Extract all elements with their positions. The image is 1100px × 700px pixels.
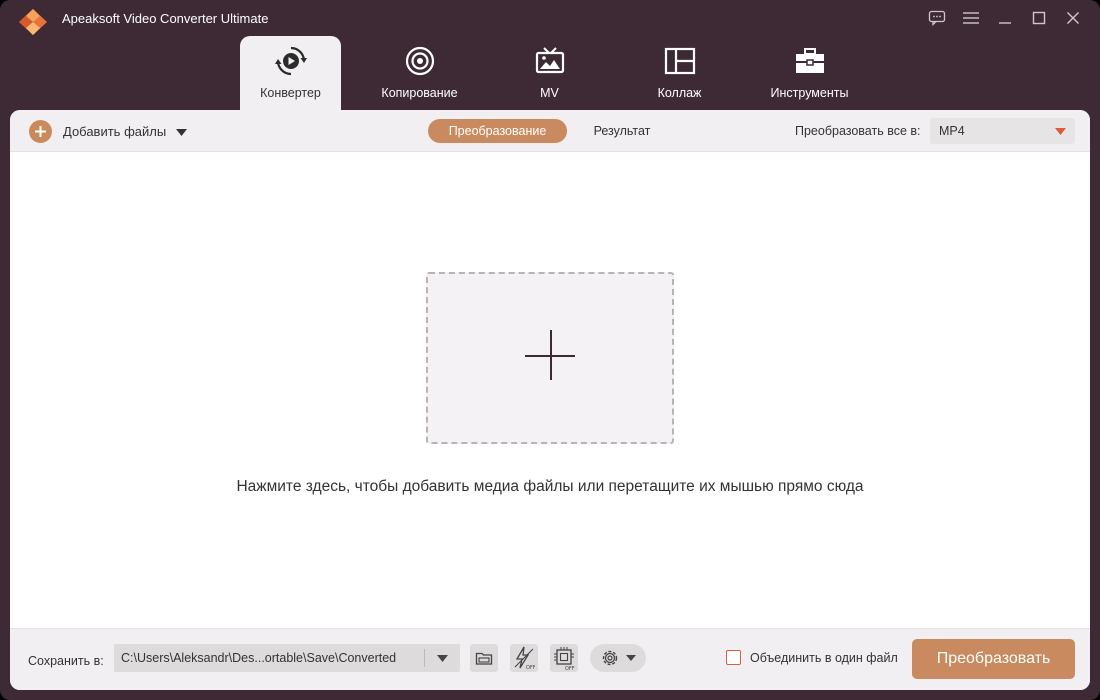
plus-icon-vertical	[550, 330, 552, 380]
svg-text:OFF: OFF	[565, 666, 575, 670]
window-controls	[920, 6, 1090, 30]
svg-text:OFF: OFF	[526, 665, 535, 670]
converter-panel: Добавить файлы Преобразование Результат …	[10, 110, 1090, 690]
title-bar: Apeaksoft Video Converter Ultimate	[0, 0, 1100, 36]
save-path-dropdown[interactable]	[425, 644, 460, 672]
add-media-dropzone[interactable]	[426, 272, 674, 444]
disc-icon	[405, 46, 434, 76]
dropzone-hint: Нажмите здесь, чтобы добавить медиа файл…	[236, 478, 864, 495]
settings-button[interactable]	[590, 644, 646, 672]
tab-label: Конвертер	[260, 86, 321, 100]
open-folder-button[interactable]	[470, 644, 498, 672]
convert-all-label: Преобразовать все в:	[795, 124, 921, 138]
toolbox-icon	[795, 48, 824, 73]
maximize-icon[interactable]	[1022, 6, 1056, 30]
mv-tv-icon	[535, 47, 564, 74]
convert-all-button[interactable]: Преобразовать	[912, 639, 1075, 679]
chevron-down-icon	[437, 654, 448, 662]
tab-ripper[interactable]: Копирование	[369, 36, 470, 110]
tab-label: MV	[540, 86, 559, 100]
tab-label: Инструменты	[770, 86, 849, 100]
add-files-button[interactable]: Добавить файлы	[29, 120, 188, 143]
save-path-value: C:\Users\Aleksandr\Des...ortable\Save\Co…	[121, 651, 397, 665]
tab-label: Коллаж	[657, 86, 702, 100]
converter-toolbar: Добавить файлы Преобразование Результат …	[10, 110, 1090, 152]
menu-icon[interactable]	[954, 6, 988, 30]
add-files-dropdown-icon[interactable]	[176, 124, 188, 139]
app-logo-icon	[19, 9, 47, 35]
gpu-acceleration-button[interactable]: OFF	[550, 644, 578, 672]
settings-gear-icon	[602, 650, 618, 666]
add-files-label: Добавить файлы	[63, 124, 167, 139]
app-title: Apeaksoft Video Converter Ultimate	[62, 11, 269, 26]
output-format-select[interactable]: MP4	[930, 118, 1075, 144]
merge-option[interactable]: Объединить в один файл	[726, 650, 898, 665]
feedback-icon[interactable]	[920, 6, 954, 30]
tab-toolbox[interactable]: Инструменты	[759, 36, 860, 110]
output-format-value: MP4	[939, 124, 965, 138]
save-path-field[interactable]: C:\Users\Aleksandr\Des...ortable\Save\Co…	[114, 644, 460, 672]
close-icon[interactable]	[1056, 6, 1090, 30]
tab-converting[interactable]: Преобразование	[428, 119, 567, 143]
tab-result[interactable]: Результат	[577, 119, 667, 143]
tab-converter[interactable]: Конвертер	[240, 36, 341, 110]
save-to-label: Сохранить в:	[28, 654, 104, 668]
app-window: Apeaksoft Video Converter Ultimate Конве…	[0, 0, 1100, 700]
tab-mv[interactable]: MV	[499, 36, 600, 110]
minimize-icon[interactable]	[988, 6, 1022, 30]
collage-icon	[664, 47, 695, 75]
plus-circle-icon	[29, 120, 52, 143]
hardware-acceleration-off-icon: OFF	[514, 646, 535, 670]
tab-label: Копирование	[381, 86, 458, 100]
gpu-off-icon: OFF	[554, 647, 575, 670]
chevron-down-icon	[626, 655, 636, 661]
open-folder-icon	[475, 652, 493, 665]
tab-collage[interactable]: Коллаж	[629, 36, 730, 110]
bottom-bar: Сохранить в: C:\Users\Aleksandr\Des...or…	[10, 628, 1090, 690]
chevron-down-icon	[1055, 128, 1066, 135]
merge-checkbox[interactable]	[726, 650, 741, 665]
merge-label: Объединить в один файл	[750, 650, 898, 665]
hardware-acceleration-button[interactable]: OFF	[510, 644, 538, 672]
converter-icon	[274, 46, 307, 76]
